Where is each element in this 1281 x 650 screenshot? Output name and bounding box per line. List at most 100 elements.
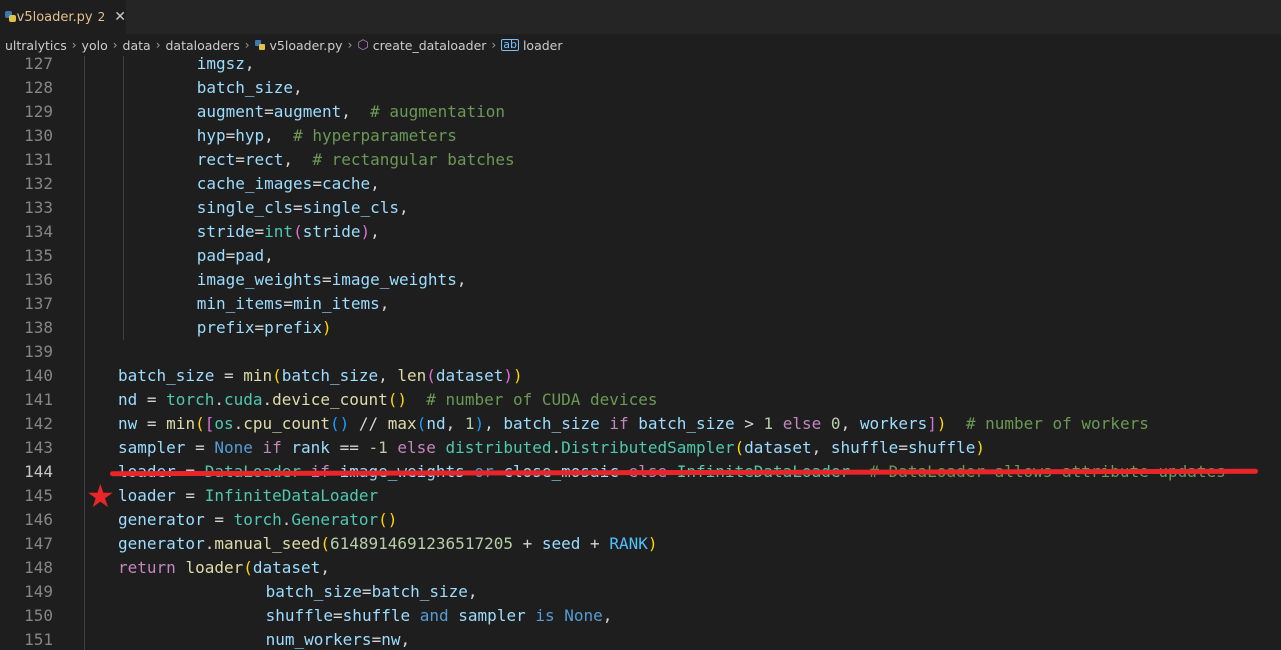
line-number: 143 [24, 438, 53, 457]
code-line[interactable]: hyp=hyp, # hyperparameters [197, 124, 457, 148]
breadcrumb-item-variable[interactable]: loader [523, 38, 563, 53]
code-token: ) [936, 414, 947, 433]
code-token: device_count [272, 390, 388, 409]
code-line[interactable]: augment=augment, # augmentation [197, 100, 505, 124]
code-line[interactable]: return loader(dataset, [118, 556, 330, 580]
code-token: rank [291, 438, 330, 457]
code-token: shuffle [830, 438, 899, 457]
code-line[interactable]: batch_size=batch_size, [266, 580, 478, 604]
code-token: = [185, 438, 215, 457]
code-line[interactable]: min_items=min_items, [197, 292, 390, 316]
code-token: [ [204, 414, 215, 433]
code-line[interactable]: image_weights=image_weights, [197, 268, 467, 292]
code-token: # number of CUDA devices [426, 390, 658, 409]
code-line[interactable]: prefix=prefix) [197, 316, 332, 340]
code-token: = [204, 510, 234, 529]
breadcrumb-item-dataloaders[interactable]: dataloaders [166, 38, 240, 53]
line-number: 128 [24, 78, 53, 97]
code-token: , [341, 102, 371, 121]
code-token: , [456, 270, 467, 289]
code-editor[interactable]: 127 128 129 130 131 132 133 134 135 136 137 138 139 1… [0, 56, 1281, 650]
breadcrumb-item-ultralytics[interactable]: ultralytics [5, 38, 67, 53]
code-token: nd [118, 390, 138, 409]
breadcrumb-item-data[interactable]: data [123, 38, 151, 53]
code-line[interactable]: generator = torch.Generator() [118, 508, 397, 532]
code-token: min [243, 366, 273, 385]
code-line[interactable]: pad=pad, [197, 244, 274, 268]
chevron-right-icon: › [155, 38, 161, 52]
code-line[interactable]: generator.manual_seed(614891469123651720… [118, 532, 658, 556]
code-token: dataset [252, 558, 321, 577]
line-number: 138 [24, 318, 53, 337]
code-token: generator [118, 510, 205, 529]
code-token: ( [293, 222, 303, 241]
code-token: () [387, 390, 408, 409]
code-token: batch_size [196, 78, 294, 97]
code-token: = [264, 102, 274, 121]
code-token: = [333, 606, 343, 625]
code-line[interactable]: batch_size = min(batch_size, len(dataset… [118, 364, 523, 388]
code-token: if [252, 438, 292, 457]
code-area[interactable]: imgsz, batch_size, augment=augment, # augm… [80, 56, 1280, 650]
code-token: . [214, 390, 224, 409]
code-token: ( [272, 366, 282, 385]
code-token: 6148914691236517205 [329, 534, 513, 553]
line-number: 151 [24, 630, 53, 649]
code-token: , [445, 414, 465, 433]
code-token: = [137, 414, 167, 433]
chevron-right-icon: › [71, 38, 77, 52]
line-number: 133 [24, 198, 53, 217]
code-line[interactable]: single_cls=single_cls, [197, 196, 409, 220]
code-line[interactable]: loader = InfiniteDataLoader [118, 484, 378, 508]
code-token: num_workers [265, 630, 372, 649]
variable-icon: ab [501, 38, 519, 51]
code-token: batch_size [503, 414, 600, 433]
tab-v5loader[interactable]: v5loader.py 2 ✕ [0, 0, 126, 34]
code-token: batch_size [281, 366, 379, 385]
code-token: ( [426, 366, 436, 385]
breadcrumb-item-file[interactable]: v5loader.py [270, 38, 343, 53]
function-cube-icon: ⬡ [357, 37, 369, 53]
code-token: ( [320, 534, 330, 553]
line-number: 148 [24, 558, 53, 577]
code-line[interactable]: cache_images=cache, [197, 172, 380, 196]
line-number: 142 [24, 414, 53, 433]
code-token: stride [196, 222, 255, 241]
code-token: rect [196, 150, 236, 169]
code-token: cache_images [196, 174, 313, 193]
code-token: , [320, 558, 330, 577]
code-token: = [254, 318, 265, 337]
code-token: hyp [196, 126, 226, 145]
code-line[interactable]: rect=rect, # rectangular batches [197, 148, 515, 172]
code-line[interactable]: nw = min([os.cpu_count() // max(nd, 1), … [118, 412, 1149, 436]
code-line[interactable]: imgsz, [197, 56, 255, 76]
code-token: ) [321, 318, 332, 337]
code-token: dataset [744, 438, 812, 457]
code-token: = [321, 270, 332, 289]
code-token: , [811, 438, 831, 457]
code-token: ) [474, 414, 485, 433]
code-token: = [898, 438, 908, 457]
code-token: , [293, 78, 303, 97]
code-token: + [512, 534, 542, 553]
close-icon[interactable]: ✕ [114, 9, 126, 25]
line-number: 144 [24, 462, 53, 481]
code-token: nd [426, 414, 446, 433]
code-token: shuffle [907, 438, 976, 457]
code-line[interactable]: shuffle=shuffle and sampler is None, [266, 604, 613, 628]
code-token: seed [541, 534, 581, 553]
code-line[interactable]: nd = torch.cuda.device_count() # number … [118, 388, 657, 412]
code-token: None [564, 606, 603, 625]
code-line[interactable]: batch_size, [197, 76, 303, 100]
breadcrumb-item-function[interactable]: create_dataloader [373, 38, 487, 53]
code-token: min_items [293, 294, 380, 313]
code-line[interactable]: sampler = None if rank == -1 else distri… [118, 436, 985, 460]
code-line[interactable]: num_workers=nw, [266, 628, 411, 650]
code-token: , [370, 174, 380, 193]
code-token: () [329, 414, 350, 433]
code-token: single_cls [302, 198, 400, 217]
code-line[interactable]: stride=int(stride), [197, 220, 380, 244]
code-token: cache [321, 174, 371, 193]
breadcrumb-item-yolo[interactable]: yolo [82, 38, 108, 53]
